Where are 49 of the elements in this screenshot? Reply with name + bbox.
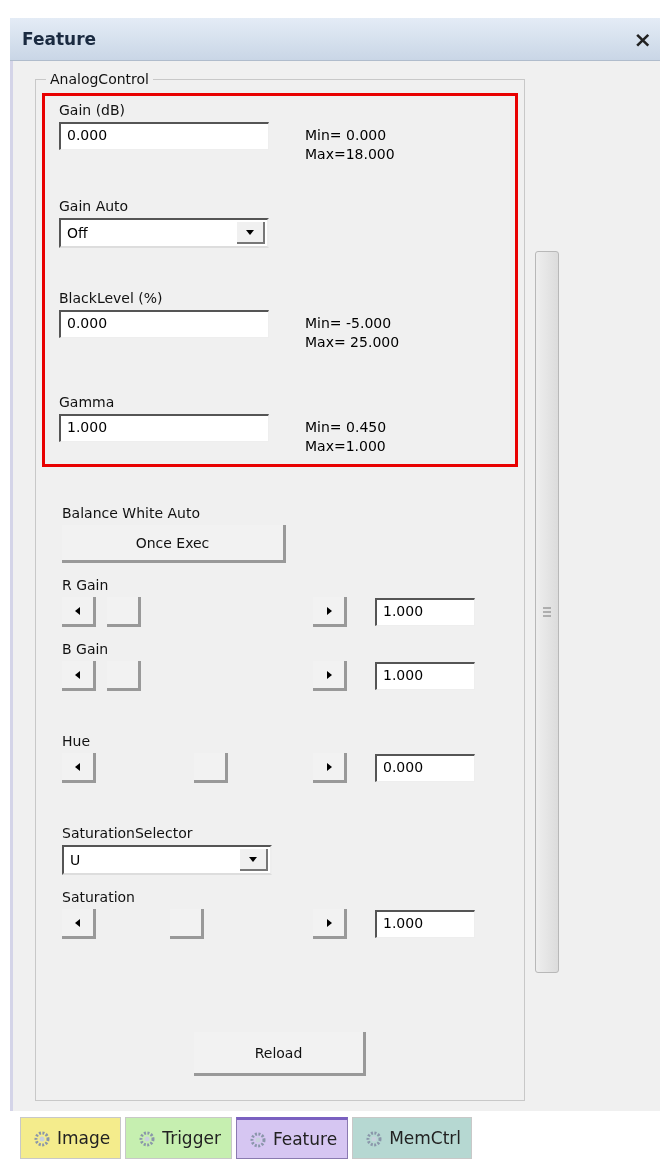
min-value: Min= 0.450 (305, 418, 387, 437)
tab[interactable]: MemCtrl (352, 1117, 473, 1159)
close-button[interactable]: × (633, 26, 652, 52)
control-label: R Gain (62, 577, 110, 593)
field-label: Gain (dB) (59, 102, 127, 118)
max-value: Max= 25.000 (305, 333, 400, 352)
value-field[interactable]: 1.000 (375, 662, 475, 690)
dropdown-value: U (70, 852, 81, 868)
control-label: Saturation (62, 889, 136, 905)
max-value: Max=18.000 (305, 145, 395, 164)
dropdown-value: Off (67, 225, 88, 241)
right-arrow-icon (324, 670, 333, 679)
control-label: SaturationSelector (62, 825, 194, 841)
dropdown-button[interactable] (237, 222, 265, 244)
control-label: B Gain (62, 641, 110, 657)
down-arrow-icon (249, 855, 257, 863)
right-arrow-icon (324, 918, 333, 927)
min-value: Min= 0.000 (305, 126, 388, 145)
input-field[interactable]: 0.000 (59, 122, 269, 150)
group-legend: AnalogControl (46, 71, 153, 87)
input-field[interactable]: 1.000 (59, 414, 269, 442)
tab[interactable]: Image (20, 1117, 122, 1159)
field-label: Gamma (59, 394, 116, 410)
value-field[interactable]: 1.000 (375, 910, 475, 938)
left-arrow-icon (73, 606, 82, 615)
left-arrow-icon (73, 670, 82, 679)
dropdown-button[interactable] (240, 849, 268, 871)
right-arrow-icon (324, 606, 333, 615)
value-field[interactable]: 1.000 (375, 598, 475, 626)
tab[interactable]: Feature (235, 1117, 349, 1159)
reload-button[interactable]: Reload (194, 1032, 366, 1076)
down-arrow-icon (246, 228, 254, 236)
window-title: Feature (22, 29, 97, 49)
once-exec-button[interactable]: Once Exec (62, 525, 286, 563)
max-value: Max=1.000 (305, 437, 387, 456)
tab[interactable]: Trigger (125, 1117, 232, 1159)
left-arrow-icon (73, 918, 82, 927)
grip-icon (543, 607, 551, 617)
right-arrow-icon (324, 762, 333, 771)
left-arrow-icon (73, 762, 82, 771)
input-field[interactable]: 0.000 (59, 310, 269, 338)
value-field[interactable]: 0.000 (375, 754, 475, 782)
field-label: Gain Auto (59, 198, 130, 214)
control-label: Balance White Auto (62, 505, 201, 521)
dropdown[interactable]: U (62, 845, 272, 875)
dropdown[interactable]: Off (59, 218, 269, 248)
min-value: Min= -5.000 (305, 314, 393, 333)
field-label: BlackLevel (%) (59, 290, 164, 306)
control-label: Hue (62, 733, 91, 749)
